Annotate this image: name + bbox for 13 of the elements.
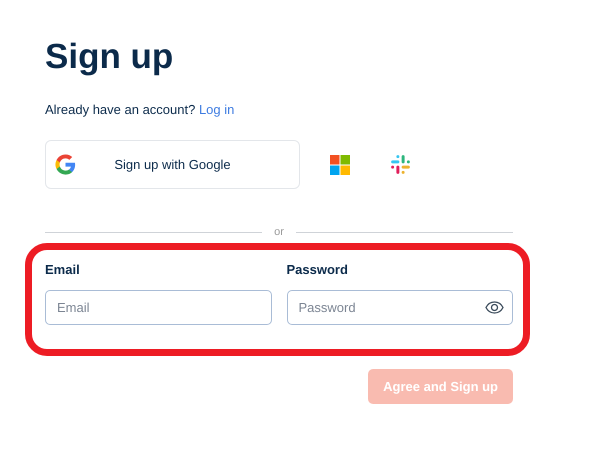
slack-icon[interactable] [390,154,411,175]
password-field[interactable]: Password [286,290,513,325]
google-signup-button[interactable]: Sign up with Google [45,140,300,189]
field-label: Email [45,262,81,278]
show-password-icon[interactable] [485,301,504,314]
divider-label: or [274,226,284,238]
page-title: Sign up [45,36,174,78]
google-icon [55,154,76,175]
email-field[interactable]: Email [45,290,272,325]
microsoft-icon[interactable] [330,154,350,174]
login-link[interactable]: Log in [198,102,234,117]
login-prompt: Already have an account? Log in [45,102,234,117]
field-label: Password [286,262,349,278]
